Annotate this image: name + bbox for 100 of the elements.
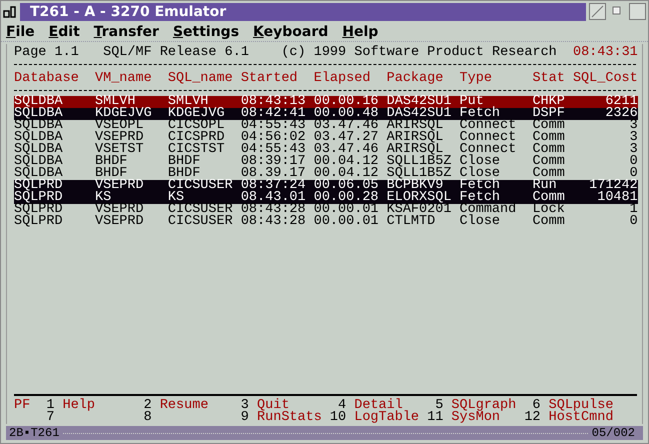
table-cell-text: VSEPRD [95,132,145,144]
table-cell-text: 3 [628,132,638,144]
table-cell-text: 2326 [604,108,638,120]
table-cell-text: VSETST [95,144,145,156]
table-cell-text: 08.39.17 [240,168,307,180]
table-cell-text: BHDF [95,168,128,180]
table-cell-text: Comm [532,216,566,228]
table-cell-text: DAS42SU1 [386,108,452,120]
menu-item[interactable]: Help [342,24,378,40]
column-header: VM_name [95,73,153,85]
menu-item[interactable]: Transfer [94,24,159,40]
table-cell-text: CICSUSER [168,180,234,192]
table-row[interactable]: SQLPRD VSEPRD CICSUSER 08:43:28 00.00.01 CTLMTD Close Comm 0 [14,216,638,228]
pf-key-action[interactable]: LogTable [354,412,420,424]
table-row[interactable]: SQLPRD KS KS 08.43.01 00.00.28 ELORXSQL Fetch Comm 10481 [14,192,638,204]
pf-key-action[interactable]: Resume [160,400,208,412]
table-cell-text: 00.00.28 [314,192,380,204]
table-row[interactable]: SQLDBA VSEOPL CICSOPL 04:55:43 03.47.46 ARIRSQL Connect Comm 3 [14,120,638,132]
table-cell-text: KS [168,192,184,204]
table-cell-text: SQLL1B5Z [386,168,452,180]
menu-item[interactable]: Edit [48,24,80,40]
release-text: SQL/MF Release 6.1 [103,47,249,59]
table-cell-text: CICSPRD [168,132,226,144]
table-cell-text: CICSUSER [168,204,234,216]
maximize-button[interactable] [629,3,646,20]
pf-key-action[interactable]: SysMon [451,412,500,424]
table-cell-text: Connect [460,120,518,132]
minimize-button[interactable] [612,6,623,17]
table-cell-text: 08:43:28 [240,204,307,216]
table-row[interactable]: SQLDBA KDGEJVG KDGEJVG 08:42:41 00.00.48 DAS42SU1 Fetch DSPF 2326 [14,108,638,120]
column-header: Type [460,73,493,85]
copyright-text: (c) 1999 Software Product Research [281,47,557,59]
table-cell-text: 00.06.05 [314,180,380,192]
pf-key-number: 5 [435,400,444,412]
table-cell-text: 0 [628,216,638,228]
pf-key-action[interactable]: SQLpulse [548,400,614,412]
column-header: SQL_Cost [572,73,638,85]
table-cell-text: DAS42SU1 [386,96,452,108]
table-row[interactable]: SQLDBA VSEPRD CICSPRD 04:56:02 03.47.27 ARIRSQL Connect Comm 3 [14,132,638,144]
table-cell-text: SQLDBA [14,144,64,156]
table-cell-text: Comm [532,132,566,144]
window-title: T261 - A - 3270 Emulator [20,2,586,20]
pf-key-action[interactable]: Quit [257,400,290,412]
table-cell-text: 00.00.16 [314,96,380,108]
table-cell-text: SMLVH [168,96,208,108]
menu-item[interactable]: Settings [172,24,240,40]
table-cell-text: Close [460,216,502,228]
table-cell-text: 08:43:28 [240,216,307,228]
terminal-icon[interactable] [3,4,17,18]
column-header: Stat [532,73,566,85]
table-cell-text: 08:42:41 [240,108,307,120]
table-cell-text: 08.43.01 [240,192,307,204]
table-cell-text: SQLPRD [14,192,64,204]
table-cell-text: CTLMTD [386,216,436,228]
table-cell-text: SQLDBA [14,108,64,120]
table-cell-text: 00.04.12 [314,168,380,180]
table-cell-text: CICSTST [168,144,226,156]
table-row[interactable]: SQLDBA BHDF BHDF 08.39.17 00.04.12 SQLL1B5Z Close Comm 0 [14,168,638,180]
pf-key-action[interactable]: HostCmnd [548,412,614,424]
table-cell-text: ELORXSQL [386,192,452,204]
table-cell-text: DSPF [532,108,566,120]
table-cell-text: Comm [532,156,566,168]
table-cell-text: Put [460,96,484,108]
page-number: Page 1.1 [14,47,79,59]
table-cell-text: Fetch [460,108,500,120]
pf-key-number: 12 [524,412,542,424]
table-cell-text: SQLDBA [14,132,64,144]
pf-key-number: 7 [45,412,56,424]
table-cell-text: 00.00.48 [314,108,380,120]
table-cell-text: 1 [628,204,638,216]
pf-key-number: 4 [338,400,348,412]
table-cell-text: BHDF [168,168,200,180]
table-cell-text: 0 [628,156,638,168]
pf-key-number: 10 [330,412,348,424]
table-cell-text: VSEPRD [95,180,145,192]
table-cell-text: ARIRSQL [386,144,444,156]
table-cell-text: VSEPRD [95,216,145,228]
column-header: Package [386,73,444,85]
table-cell-text: SQLDBA [14,96,64,108]
pf-key-action[interactable]: SQLgraph [451,400,516,412]
table-cell-text: 3 [628,120,638,132]
table-cell-text: 08:37:24 [240,180,307,192]
pf-key-number: 2 [142,400,153,412]
table-cell-text: 00.00.01 [314,216,380,228]
table-cell-text: 10481 [596,192,638,204]
table-cell-text: 08:43:13 [240,96,307,108]
pf-key-action[interactable]: RunStats [257,412,322,424]
menu-item[interactable]: Keyboard [253,24,328,40]
session-id: 2B▪T261 [9,426,60,440]
pf-key-number: 9 [240,412,250,424]
table-cell-text: Lock [532,204,566,216]
cursor-position: 05/002 [592,426,635,440]
table-cell-text: 03.47.46 [314,144,380,156]
table-cell-text: 04:56:02 [240,132,307,144]
table-cell-text: 04:55:43 [240,120,307,132]
close-button[interactable] [589,3,606,20]
table-cell-text: SQLL1B5Z [386,156,452,168]
pf-key-action[interactable]: Help [62,400,96,412]
menu-item[interactable]: File [6,24,35,40]
table-cell-text: CICSUSER [168,216,234,228]
